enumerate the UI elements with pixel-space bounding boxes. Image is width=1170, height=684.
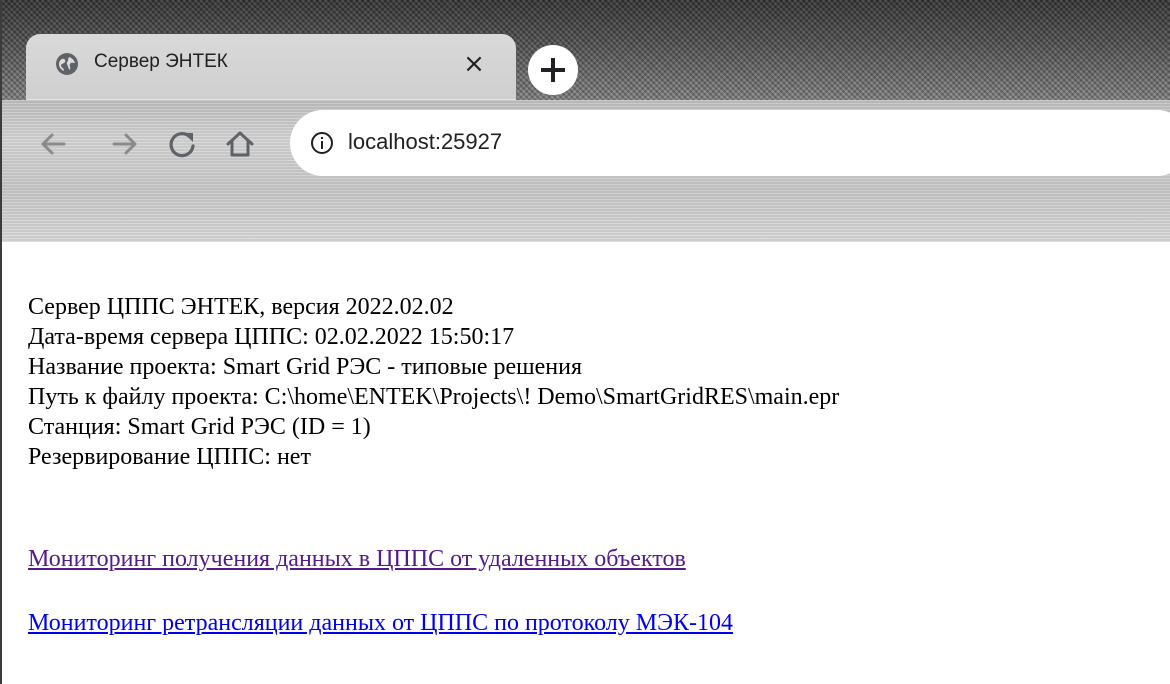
browser-chrome: Сервер ЭНТЕК × localhost:25927 <box>2 0 1170 242</box>
tab-title: Сервер ЭНТЕК <box>94 51 228 72</box>
station-line: Станция: Smart Grid РЭС (ID = 1) <box>28 414 371 440</box>
link-data-acquisition-monitoring[interactable]: Мониторинг получения данных в ЦППС от уд… <box>28 544 733 574</box>
reload-icon <box>169 132 195 158</box>
link-iec104-retransmission-monitoring[interactable]: Мониторинг ретрансляции данных от ЦППС п… <box>28 608 733 638</box>
back-button[interactable] <box>32 122 76 166</box>
forward-button[interactable] <box>102 122 146 166</box>
page-content: Сервер ЦППС ЭНТЕК, версия 2022.02.02 Дат… <box>2 242 1170 684</box>
arrow-left-icon <box>41 133 66 155</box>
address-bar[interactable]: localhost:25927 <box>290 110 1170 176</box>
new-tab-button[interactable] <box>528 45 578 95</box>
reload-button[interactable] <box>160 122 204 166</box>
server-version-line: Сервер ЦППС ЭНТЕК, версия 2022.02.02 <box>28 294 454 320</box>
plus-icon <box>541 58 565 82</box>
project-path-line: Путь к файлу проекта: C:\home\ENTEK\Proj… <box>28 384 840 410</box>
project-name-line: Название проекта: Smart Grid РЭС - типов… <box>28 354 583 380</box>
browser-tab[interactable]: Сервер ЭНТЕК × <box>26 34 516 100</box>
home-button[interactable] <box>218 122 262 166</box>
browser-window: Сервер ЭНТЕК × localhost:25927 Сервер ЦП… <box>0 0 1170 684</box>
server-datetime-line: Дата-время сервера ЦППС: 02.02.2022 15:5… <box>28 324 515 350</box>
server-info: Сервер ЦППС ЭНТЕК, версия 2022.02.02 Дат… <box>28 292 839 472</box>
info-icon[interactable] <box>310 131 334 155</box>
globe-icon <box>56 53 78 75</box>
url-text[interactable]: localhost:25927 <box>348 129 502 155</box>
close-tab-button[interactable]: × <box>458 48 490 80</box>
redundancy-line: Резервирование ЦППС: нет <box>28 444 311 470</box>
arrow-right-icon <box>112 133 137 155</box>
monitoring-links: Мониторинг получения данных в ЦППС от уд… <box>28 544 733 638</box>
home-icon <box>226 131 254 157</box>
